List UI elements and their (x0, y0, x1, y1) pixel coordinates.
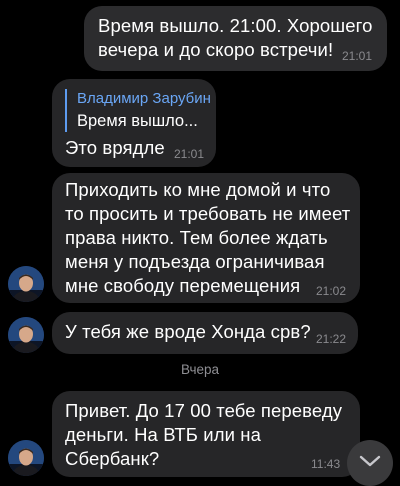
reply-author: Владимир Зарубин (77, 90, 211, 107)
chevron-down-icon (359, 454, 381, 473)
message-time: 21:22 (316, 332, 347, 346)
reply-quote[interactable]: Владимир Зарубин Время вышло... (65, 89, 211, 132)
incoming-message-bubble[interactable]: Привет. До 17 00 тебе переведу деньги. Н… (52, 391, 360, 477)
message-text-line: Привет. До 17 00 тебе переведу (65, 400, 343, 421)
message-text-line: Это врядле (65, 137, 165, 158)
message-time: 21:01 (342, 49, 373, 63)
message-time: 21:01 (174, 147, 205, 161)
message-text-line: права никто. Тем более ждать (65, 227, 328, 248)
message-text-line: Приходить ко мне домой и что (65, 179, 331, 200)
message-time: 11:43 (311, 457, 341, 471)
message-time: 21:02 (316, 284, 347, 298)
user-avatar[interactable] (8, 317, 44, 353)
message-text-line: У тебя же вроде Хонда срв? (65, 321, 311, 342)
user-avatar[interactable] (8, 266, 44, 302)
message-text-line: деньги. На ВТБ или на (65, 424, 261, 445)
outgoing-message-bubble[interactable]: Время вышло. 21:00. Хорошего вечера и до… (84, 6, 387, 71)
message-text-line: Сбербанк? (65, 448, 160, 469)
user-avatar[interactable] (8, 440, 44, 476)
message-text-line: мне свободу перемещения (65, 275, 301, 296)
message-text-line: вечера и до скоро встречи! (98, 39, 334, 60)
incoming-message-bubble[interactable]: У тебя же вроде Хонда срв? 21:22 (52, 312, 358, 354)
message-text-line: меня у подъезда ограничивая (65, 251, 325, 272)
date-separator: Вчера (180, 362, 220, 377)
message-text-line: то просить и требовать не имеет (65, 203, 351, 224)
message-text-line: Время вышло. 21:00. Хорошего (98, 15, 373, 36)
reply-preview: Время вышло... (77, 112, 198, 130)
scroll-down-button[interactable] (347, 440, 393, 486)
incoming-message-bubble[interactable]: Приходить ко мне домой и что то просить … (52, 173, 360, 303)
incoming-message-bubble[interactable]: Владимир Зарубин Время вышло... Это вряд… (52, 79, 216, 167)
